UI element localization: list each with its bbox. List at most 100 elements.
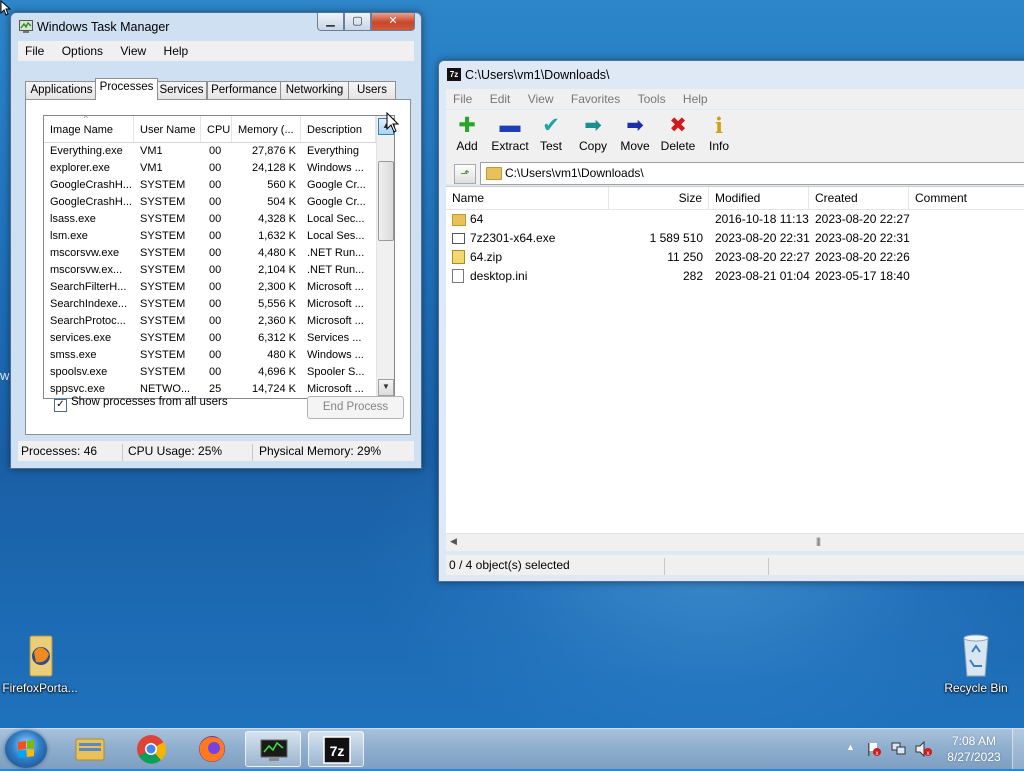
cell-name: lsm.exe (50, 230, 88, 242)
column-modified[interactable]: Modified (709, 187, 809, 209)
mouse-cursor-icon (386, 112, 400, 133)
tab-networking[interactable]: Networking (280, 81, 349, 99)
cell-mem: 2,300 K (258, 281, 296, 293)
show-desktop-button[interactable] (1012, 729, 1024, 769)
cell-cpu: 00 (209, 332, 222, 344)
menu-favorites[interactable]: Favorites (564, 89, 627, 107)
menu-view[interactable]: View (113, 41, 153, 59)
cell-mem: 14,724 K (251, 383, 296, 395)
column-created[interactable]: Created (809, 187, 909, 209)
folder-icon (452, 214, 466, 226)
taskbar-7zip[interactable]: 7z (308, 731, 364, 767)
extract-button[interactable]: ▬ Extract (490, 113, 530, 153)
start-button[interactable] (5, 730, 47, 768)
table-row[interactable]: smss.exe SYSTEM 00 480 K Windows ... (44, 347, 376, 364)
column-image-name[interactable]: Image Name (44, 116, 134, 142)
table-row[interactable]: Everything.exe VM1 00 27,876 K Everything (44, 143, 376, 160)
close-button[interactable]: ✕ (371, 13, 415, 31)
menu-edit[interactable]: Edit (483, 89, 518, 107)
cell-name: smss.exe (50, 349, 97, 361)
path-field[interactable]: C:\Users\vm1\Downloads\ (480, 162, 1024, 185)
scroll-thumb[interactable] (378, 161, 394, 241)
menu-help[interactable]: Help (157, 41, 196, 59)
show-all-processes-checkbox[interactable]: ✓ Show processes from all users (54, 396, 228, 412)
file-row[interactable]: 7z2301-x64.exe 1 589 510 2023-08-20 22:3… (446, 229, 1024, 248)
horizontal-scrollbar[interactable]: ◀ ||| (446, 533, 1024, 551)
column-user-name[interactable]: User Name (134, 116, 201, 142)
file-row[interactable]: 64.zip 11 250 2023-08-20 22:27 2023-08-2… (446, 248, 1024, 267)
tab-performance[interactable]: Performance (207, 81, 281, 99)
desktop-icon-recycle-bin[interactable]: Recycle Bin (940, 630, 1012, 695)
tab-users[interactable]: Users (348, 81, 396, 99)
minimize-button[interactable]: ▁ (317, 13, 344, 31)
cell-desc: Microsoft ... (307, 315, 364, 327)
desktop-icon-label: Recycle Bin (944, 681, 1008, 695)
vertical-scrollbar[interactable]: ▲ ▼ (376, 116, 394, 398)
table-row[interactable]: lsm.exe SYSTEM 00 1,632 K Local Ses... (44, 228, 376, 245)
column-comment[interactable]: Comment (909, 187, 1024, 209)
cell-mem: 27,876 K (251, 145, 296, 157)
test-button[interactable]: ✔ Test (536, 113, 566, 153)
title-bar[interactable]: 7z C:\Users\vm1\Downloads\ (439, 61, 1024, 89)
window-title: Windows Task Manager (37, 20, 170, 34)
column-description[interactable]: Description (301, 116, 376, 142)
table-row[interactable]: GoogleCrashH... SYSTEM 00 504 K Google Cr... (44, 194, 376, 211)
taskbar-chrome[interactable] (123, 731, 179, 767)
scroll-down-icon[interactable]: ▼ (378, 379, 394, 396)
cell-cpu: 00 (209, 213, 222, 225)
table-row[interactable]: SearchIndexe... SYSTEM 00 5,556 K Microsoft … (44, 296, 376, 313)
file-row[interactable]: 64 2016-10-18 11:13 2023-08-20 22:27 (446, 210, 1024, 229)
column-memory[interactable]: Memory (... (232, 116, 301, 142)
up-folder-button[interactable]: ⬏ (454, 164, 476, 184)
volume-muted-icon[interactable]: x (915, 741, 933, 757)
taskbar-firefox[interactable] (184, 731, 240, 767)
info-button[interactable]: i Info (704, 113, 734, 153)
system-clock[interactable]: 7:08 AM 8/27/2023 (946, 733, 1002, 765)
action-center-flag-icon[interactable]: x (866, 741, 882, 757)
tab-services[interactable]: Services (156, 81, 207, 99)
cell-cpu: 25 (209, 383, 222, 395)
taskbar-file-explorer[interactable] (62, 731, 118, 767)
menu-tools[interactable]: Tools (631, 89, 673, 107)
column-cpu[interactable]: CPU (201, 116, 232, 142)
up-arrow-icon: ⬏ (460, 168, 470, 180)
table-row[interactable]: SearchProtoc... SYSTEM 00 2,360 K Microsoft … (44, 313, 376, 330)
table-row[interactable]: mscorsvw.ex... SYSTEM 00 2,104 K .NET Run... (44, 262, 376, 279)
recycle-bin-icon (963, 634, 989, 677)
firefox-portable-folder-icon (29, 635, 53, 677)
taskbar-task-manager[interactable] (245, 731, 301, 767)
move-button[interactable]: ➡ Move (617, 113, 653, 153)
table-row[interactable]: explorer.exe VM1 00 24,128 K Windows ... (44, 160, 376, 177)
tab-processes[interactable]: Processes (95, 78, 158, 100)
checkbox-checked-icon: ✓ (54, 399, 67, 412)
table-row[interactable]: SearchFilterH... SYSTEM 00 2,300 K Microsoft… (44, 279, 376, 296)
table-row[interactable]: lsass.exe SYSTEM 00 4,328 K Local Sec... (44, 211, 376, 228)
menu-file[interactable]: File (446, 89, 479, 107)
process-list-header: Image Name User Name CPU Memory (... Des… (44, 116, 376, 143)
network-icon[interactable] (891, 741, 907, 757)
menu-help[interactable]: Help (676, 89, 715, 107)
tab-applications[interactable]: Applications (25, 81, 98, 99)
cell-name: mscorsvw.ex... (50, 264, 123, 276)
end-process-button[interactable]: End Process (307, 396, 404, 419)
cell-name: explorer.exe (50, 162, 110, 174)
table-row[interactable]: spoolsv.exe SYSTEM 00 4,696 K Spooler S... (44, 364, 376, 381)
show-hidden-icons-icon[interactable]: ▲ (846, 742, 855, 752)
menu-file[interactable]: File (18, 41, 51, 59)
table-row[interactable]: mscorsvw.exe SYSTEM 00 4,480 K .NET Run... (44, 245, 376, 262)
svg-text:x: x (927, 751, 930, 757)
copy-button[interactable]: ➡ Copy (574, 113, 612, 153)
delete-button[interactable]: ✖ Delete (658, 113, 698, 153)
table-row[interactable]: GoogleCrashH... SYSTEM 00 560 K Google Cr... (44, 177, 376, 194)
maximize-button[interactable]: ▢ (344, 13, 371, 31)
table-row[interactable]: services.exe SYSTEM 00 6,312 K Services ... (44, 330, 376, 347)
desktop-icon-firefox-portable[interactable]: FirefoxPorta... (2, 632, 78, 695)
column-name[interactable]: Name (446, 187, 609, 209)
add-button[interactable]: ✚ Add (452, 113, 482, 153)
file-row[interactable]: desktop.ini 282 2023-08-21 01:04 2023-05… (446, 267, 1024, 286)
menu-view[interactable]: View (521, 89, 561, 107)
title-bar[interactable]: Windows Task Manager ▁ ▢ ✕ (11, 13, 421, 41)
column-size[interactable]: Size (609, 187, 709, 209)
menu-options[interactable]: Options (55, 41, 110, 59)
scroll-left-icon[interactable]: ◀ (450, 536, 457, 547)
